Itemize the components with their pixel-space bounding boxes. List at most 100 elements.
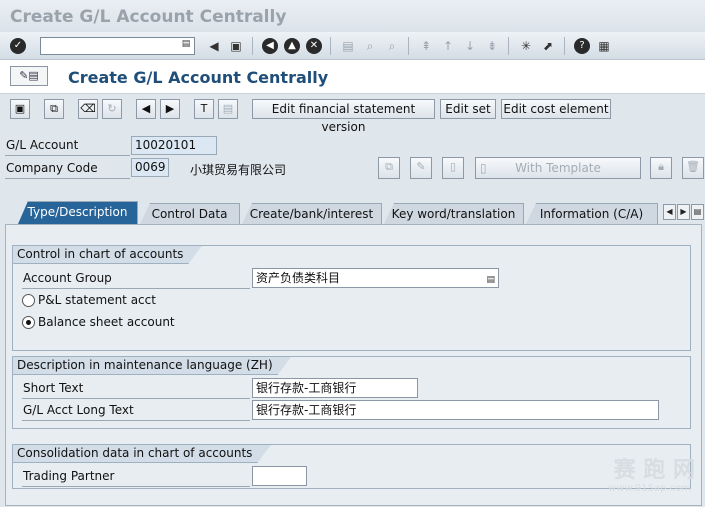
create-button[interactable]: ▯ [442, 157, 464, 179]
other-object-icon: ⧉ [50, 102, 58, 115]
display-change-button[interactable]: ▣ [10, 99, 30, 119]
back-icon[interactable]: ◀ [262, 38, 278, 54]
arrow-left-icon: ◀ [141, 102, 151, 115]
print-icon[interactable]: ▤ [340, 38, 356, 54]
delete-button[interactable]: 🗑︎ [682, 157, 704, 179]
edit-set-button[interactable]: Edit set [440, 99, 496, 119]
command-field[interactable]: ▤ [40, 37, 195, 55]
short-text-label: Short Text [23, 381, 84, 395]
label-underline [5, 155, 130, 156]
separator [408, 37, 409, 55]
label-underline [5, 178, 130, 179]
balance-sheet-label: Balance sheet account [38, 315, 175, 329]
tab-scroll-right-icon[interactable]: ▶ [677, 204, 690, 220]
screen-header: ✎▤ Create G/L Account Centrally [0, 60, 705, 94]
document-button[interactable]: ▤ [218, 99, 238, 119]
last-page-icon[interactable]: ⇟ [484, 38, 500, 54]
application-toolbar: ▣ ⧉ ⌫ ↻ ◀ ▶ T ▤ Edit financial statement… [0, 94, 705, 134]
new-document-icon: ▯ [449, 160, 457, 173]
tab-type-description[interactable]: Type/Description [18, 201, 138, 224]
gl-account-field[interactable]: 10020101 [131, 136, 217, 155]
page-title: Create G/L Account Centrally [68, 68, 329, 87]
arrow-right-icon: ▶ [165, 102, 175, 115]
pl-statement-label: P&L statement acct [38, 293, 156, 307]
edit-text-button[interactable]: T [194, 99, 214, 119]
eraser-icon: ⌫ [80, 102, 96, 115]
dropdown-icon[interactable]: ▤ [486, 271, 495, 289]
label-underline [22, 420, 250, 421]
layout-menu-icon[interactable]: ▦ [596, 38, 612, 54]
tab-key-word-translation[interactable]: Key word/translation [384, 203, 524, 224]
pl-statement-radio[interactable] [22, 294, 35, 307]
company-code-field[interactable]: 0069 [131, 158, 169, 177]
find-next-icon[interactable]: ⌕ [384, 38, 400, 54]
tab-panel: Control in chart of accounts Account Gro… [5, 224, 702, 506]
document-icon: ▤ [222, 102, 234, 115]
label-underline [22, 398, 250, 399]
display-change-icon[interactable]: ✎▤ [10, 66, 48, 86]
next-button[interactable]: ▶ [160, 99, 180, 119]
with-template-label: With Template [515, 161, 601, 175]
template-icon: ▯ [480, 161, 487, 175]
next-page-icon[interactable]: ↓ [462, 38, 478, 54]
description-group: Description in maintenance language (ZH)… [12, 356, 691, 429]
enter-icon[interactable]: ✓ [10, 38, 26, 54]
tab-control-data[interactable]: Control Data [140, 203, 240, 224]
cancel-icon[interactable]: ✕ [306, 38, 322, 54]
undo-button[interactable]: ⌫ [78, 99, 98, 119]
with-template-button[interactable]: ▯ With Template [475, 157, 641, 179]
edit-cost-element-button[interactable]: Edit cost element [501, 99, 611, 119]
balance-sheet-radio[interactable] [22, 316, 35, 329]
block-button[interactable]: 🔒︎ [650, 157, 672, 179]
account-group-field[interactable]: 资产负债类科目 ▤ [252, 268, 499, 288]
control-group-title: Control in chart of accounts [12, 245, 202, 264]
separator [508, 37, 509, 55]
redo-button[interactable]: ↻ [102, 99, 122, 119]
tab-strip: Type/Description Control Data Create/ban… [0, 200, 705, 224]
control-group: Control in chart of accounts Account Gro… [12, 245, 691, 351]
shortcut-icon[interactable]: ⬈ [540, 38, 556, 54]
refresh-icon: ↻ [107, 102, 117, 115]
label-underline [22, 486, 250, 487]
tab-information-ca[interactable]: Information (C/A) [526, 203, 658, 224]
help-icon[interactable]: ? [574, 38, 590, 54]
display-change-icon: ▣ [14, 102, 26, 115]
first-page-icon[interactable]: ⇞ [418, 38, 434, 54]
find-icon[interactable]: ⌕ [362, 38, 378, 54]
company-name: 小琪贸易有限公司 [190, 163, 287, 177]
collapse-icon[interactable]: ◀ [206, 38, 222, 54]
tab-list-icon[interactable]: ▤ [691, 204, 704, 220]
window-title: Create G/L Account Centrally [10, 7, 287, 27]
label-underline [22, 288, 250, 289]
previous-button[interactable]: ◀ [136, 99, 156, 119]
trading-partner-label: Trading Partner [23, 469, 115, 483]
account-group-value: 资产负债类科目 [256, 271, 341, 285]
short-text-field[interactable]: 银行存款-工商银行 [252, 378, 418, 398]
consolidation-group-title: Consolidation data in chart of accounts [12, 444, 271, 463]
long-text-label: G/L Acct Long Text [23, 403, 134, 417]
separator [252, 37, 253, 55]
other-account-button[interactable]: ⧉ [44, 99, 64, 119]
save-icon[interactable]: ▣ [228, 38, 244, 54]
dropdown-icon[interactable]: ▤ [181, 39, 191, 53]
gl-account-label: G/L Account [6, 138, 79, 152]
copy-button[interactable]: ⧉ [378, 157, 400, 179]
trading-partner-field[interactable] [252, 466, 307, 486]
text-icon: T [200, 102, 208, 115]
previous-page-icon[interactable]: ↑ [440, 38, 456, 54]
edit-button[interactable]: ✎ [410, 157, 432, 179]
company-code-label: Company Code [6, 161, 98, 175]
tab-scroll-left-icon[interactable]: ◀ [663, 204, 676, 220]
window-title-bar: Create G/L Account Centrally [0, 0, 705, 32]
watermark-url: www.915ap.com [608, 483, 691, 494]
edit-fs-version-button[interactable]: Edit financial statement version [252, 99, 435, 134]
exit-icon[interactable]: ▲ [284, 38, 300, 54]
create-session-icon[interactable]: ✳ [518, 38, 534, 54]
tab-create-bank-interest[interactable]: Create/bank/interest [242, 203, 382, 224]
separator [564, 37, 565, 55]
long-text-field[interactable]: 银行存款-工商银行 [252, 400, 659, 420]
copy-icon: ⧉ [385, 160, 393, 173]
account-group-label: Account Group [23, 271, 112, 285]
watermark-logo: 赛 跑 网 [613, 458, 695, 483]
separator [330, 37, 331, 55]
